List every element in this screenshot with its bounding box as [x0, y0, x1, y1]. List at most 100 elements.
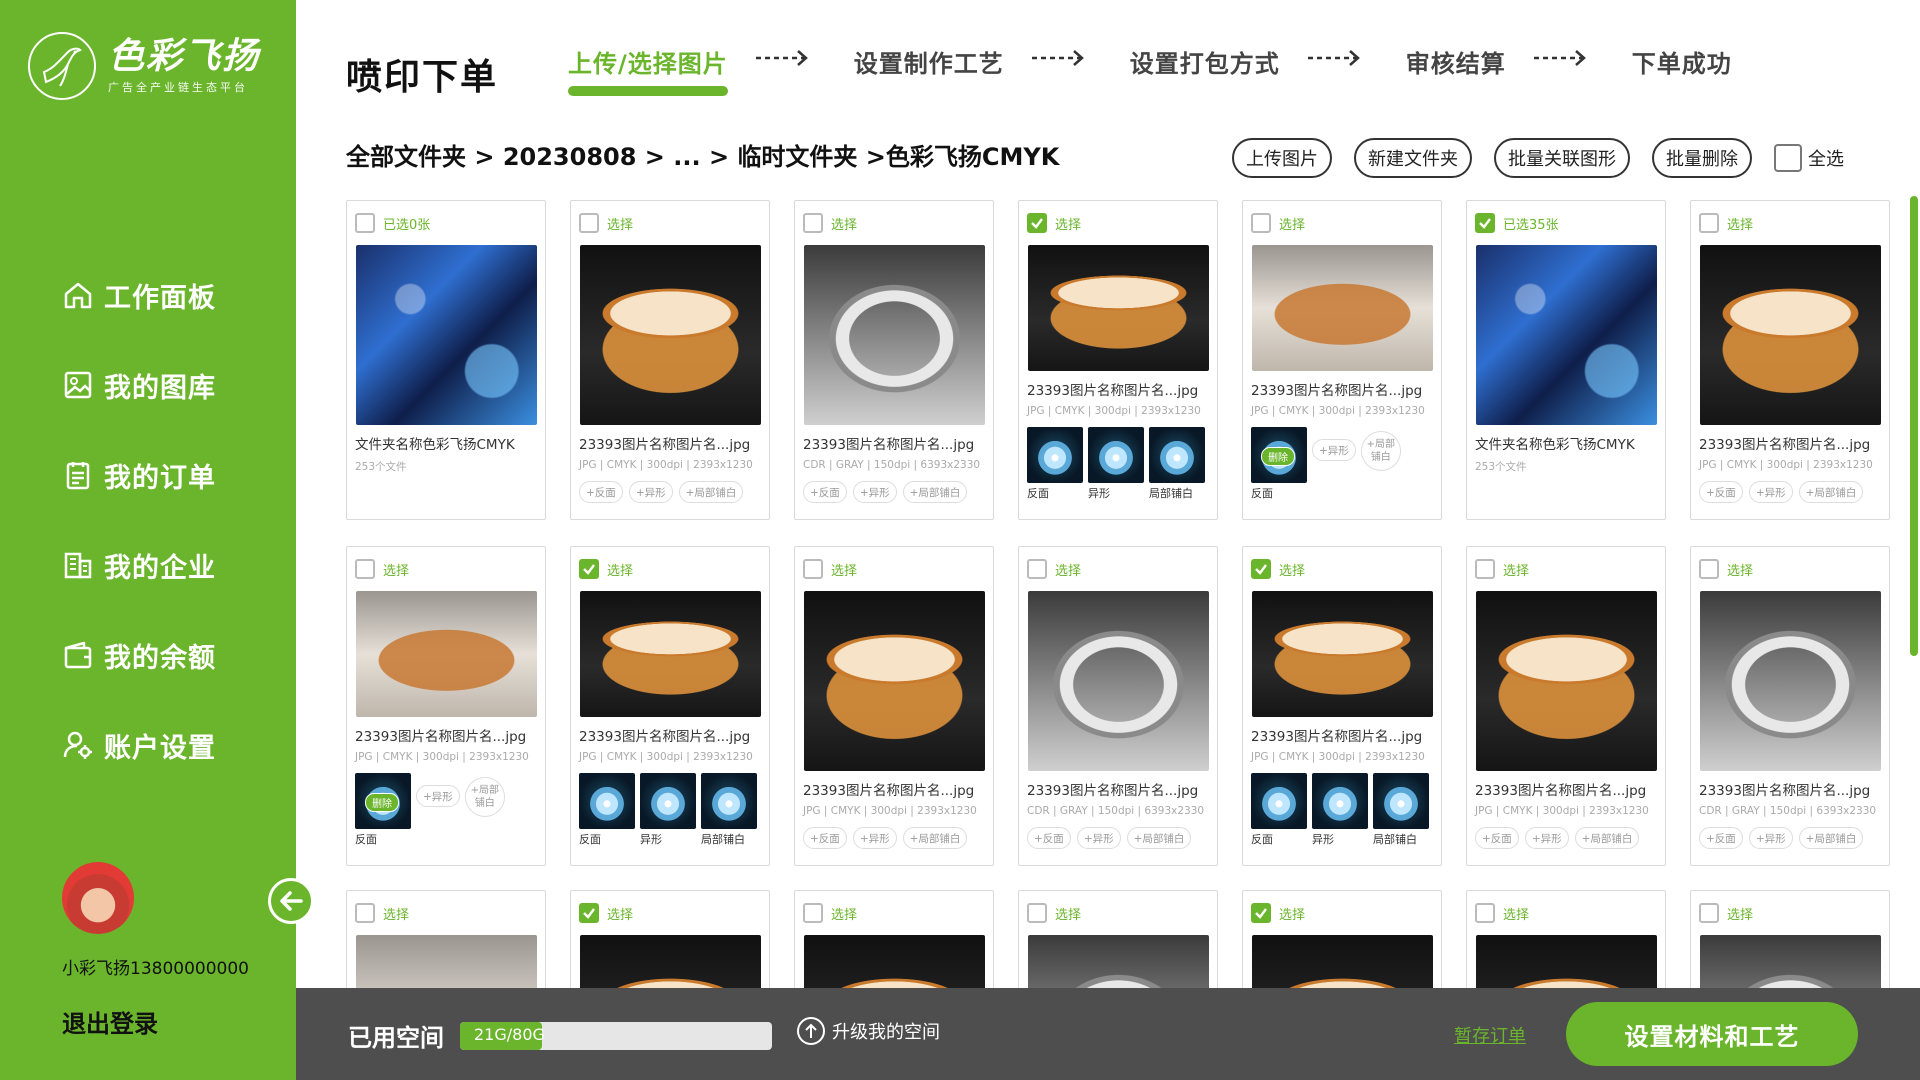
- image-card[interactable]: 选择 23393图片名称图片名...jpg JPG | CMYK | 300dpi …: [1242, 546, 1442, 866]
- step-packaging[interactable]: 设置打包方式: [1130, 44, 1280, 79]
- folder-card[interactable]: 已选35张 文件夹名称色彩飞扬CMYK 253个文件: [1466, 200, 1666, 520]
- thumbnail-image[interactable]: [1476, 591, 1657, 771]
- card-select[interactable]: 选择: [1691, 891, 1889, 935]
- card-select[interactable]: 选择: [571, 891, 769, 935]
- thumbnail-image[interactable]: [580, 245, 761, 425]
- add-white-tag[interactable]: +局部铺白: [1798, 827, 1864, 849]
- card-select[interactable]: 选择: [1243, 891, 1441, 935]
- thumbnail-image[interactable]: [356, 245, 537, 425]
- thumbnail-image[interactable]: [1700, 245, 1881, 425]
- breadcrumb-item[interactable]: 全部文件夹: [346, 143, 466, 171]
- variant-shape[interactable]: 异形: [1088, 427, 1144, 501]
- add-shape-tag[interactable]: +异形: [628, 481, 673, 503]
- thumbnail-image[interactable]: [1700, 935, 1881, 990]
- card-select[interactable]: 选择: [1019, 547, 1217, 591]
- add-reverse-tag[interactable]: +反面: [803, 481, 847, 503]
- image-card[interactable]: 选择: [1018, 890, 1218, 990]
- batch-link-button[interactable]: 批量关联图形: [1494, 138, 1630, 178]
- add-reverse-tag[interactable]: +反面: [1475, 827, 1519, 849]
- add-shape-tag[interactable]: +异形: [1524, 827, 1569, 849]
- new-folder-button[interactable]: 新建文件夹: [1354, 138, 1472, 178]
- card-select[interactable]: 选择: [1019, 201, 1217, 245]
- card-select[interactable]: 选择: [571, 547, 769, 591]
- sidebar-item-orders[interactable]: 我的订单: [62, 430, 216, 520]
- thumbnail-image[interactable]: [804, 935, 985, 990]
- step-craft[interactable]: 设置制作工艺: [854, 44, 1004, 79]
- variant-reverse[interactable]: 删除 反面: [355, 773, 411, 847]
- image-card[interactable]: 选择 23393图片名称图片名...jpg CDR | GRAY | 150dpi …: [1018, 546, 1218, 866]
- card-select[interactable]: 选择: [1691, 547, 1889, 591]
- thumbnail-image[interactable]: [804, 245, 985, 425]
- thumbnail-image[interactable]: [1700, 591, 1881, 771]
- card-select[interactable]: 选择: [795, 201, 993, 245]
- upload-image-button[interactable]: 上传图片: [1232, 138, 1332, 178]
- delete-variant-badge[interactable]: 删除: [365, 793, 399, 812]
- add-reverse-tag[interactable]: +反面: [1027, 827, 1071, 849]
- folder-card[interactable]: 已选0张 文件夹名称色彩飞扬CMYK 253个文件: [346, 200, 546, 520]
- add-shape-tag[interactable]: +异形: [1312, 439, 1356, 461]
- add-white-tag[interactable]: +局部铺白: [464, 777, 505, 817]
- add-reverse-tag[interactable]: +反面: [803, 827, 847, 849]
- image-card[interactable]: 选择 23393图片名称图片名...jpg JPG | CMYK | 300dpi …: [794, 546, 994, 866]
- variant-reverse[interactable]: 反面: [1251, 773, 1307, 847]
- card-select[interactable]: 选择: [571, 201, 769, 245]
- image-card[interactable]: 选择 23393图片名称图片名...jpg JPG | CMYK | 300dpi …: [1242, 200, 1442, 520]
- select-all-checkbox[interactable]: 全选: [1774, 144, 1844, 172]
- card-select[interactable]: 选择: [1691, 201, 1889, 245]
- variant-white[interactable]: 局部铺白: [1149, 427, 1205, 501]
- step-success[interactable]: 下单成功: [1632, 44, 1732, 79]
- logout-button[interactable]: 退出登录: [62, 1004, 158, 1039]
- breadcrumb-item[interactable]: 20230808: [503, 143, 637, 171]
- image-card[interactable]: 选择 23393图片名称图片名...jpg JPG | CMYK | 300dpi …: [570, 200, 770, 520]
- image-card[interactable]: 选择 23393图片名称图片名...jpg CDR | GRAY | 150dpi …: [1690, 546, 1890, 866]
- batch-delete-button[interactable]: 批量删除: [1652, 138, 1752, 178]
- variant-white[interactable]: 局部铺白: [701, 773, 757, 847]
- brand-logo[interactable]: 色彩飞扬 广告全产业链生态平台: [28, 32, 260, 100]
- add-white-tag[interactable]: +局部铺白: [902, 827, 968, 849]
- thumbnail-image[interactable]: [1028, 591, 1209, 771]
- delete-variant-badge[interactable]: 删除: [1261, 447, 1295, 466]
- thumbnail-image[interactable]: [1252, 591, 1433, 717]
- sidebar-item-company[interactable]: 我的企业: [62, 520, 216, 610]
- add-white-tag[interactable]: +局部铺白: [1126, 827, 1192, 849]
- step-review[interactable]: 审核结算: [1406, 44, 1506, 79]
- image-card[interactable]: 选择: [1242, 890, 1442, 990]
- image-card[interactable]: 选择 23393图片名称图片名...jpg JPG | CMYK | 300dpi …: [570, 546, 770, 866]
- thumbnail-image[interactable]: [356, 591, 537, 717]
- card-select[interactable]: 选择: [347, 547, 545, 591]
- thumbnail-image[interactable]: [1252, 935, 1433, 990]
- breadcrumb-item[interactable]: 临时文件夹: [737, 143, 857, 171]
- card-select[interactable]: 已选35张: [1467, 201, 1665, 245]
- thumbnail-image[interactable]: [356, 935, 537, 990]
- sidebar-item-gallery[interactable]: 我的图库: [62, 340, 216, 430]
- add-reverse-tag[interactable]: +反面: [1699, 827, 1743, 849]
- add-white-tag[interactable]: +局部铺白: [1574, 827, 1640, 849]
- image-card[interactable]: 选择 23393图片名称图片名...jpg JPG | CMYK | 300dpi …: [1466, 546, 1666, 866]
- set-material-button[interactable]: 设置材料和工艺: [1566, 1002, 1858, 1066]
- card-select[interactable]: 选择: [1243, 547, 1441, 591]
- image-card[interactable]: 选择 23393图片名称图片名...jpg JPG | CMYK | 300dpi …: [1690, 200, 1890, 520]
- add-shape-tag[interactable]: +异形: [852, 481, 897, 503]
- card-select[interactable]: 已选0张: [347, 201, 545, 245]
- thumbnail-image[interactable]: [580, 591, 761, 717]
- thumbnail-image[interactable]: [1028, 245, 1209, 371]
- variant-reverse[interactable]: 反面: [579, 773, 635, 847]
- card-select[interactable]: 选择: [795, 547, 993, 591]
- add-shape-tag[interactable]: +异形: [852, 827, 897, 849]
- card-select[interactable]: 选择: [1243, 201, 1441, 245]
- collapse-sidebar-button[interactable]: [268, 878, 314, 924]
- image-card[interactable]: 选择: [570, 890, 770, 990]
- card-select[interactable]: 选择: [1467, 891, 1665, 935]
- thumbnail-image[interactable]: [804, 591, 985, 771]
- breadcrumb-item[interactable]: ...: [673, 143, 700, 171]
- add-white-tag[interactable]: +局部铺白: [1798, 481, 1864, 503]
- variant-shape[interactable]: 异形: [640, 773, 696, 847]
- add-reverse-tag[interactable]: +反面: [1699, 481, 1743, 503]
- sidebar-item-balance[interactable]: 我的余额: [62, 610, 216, 700]
- variant-white[interactable]: 局部铺白: [1373, 773, 1429, 847]
- image-card[interactable]: 选择: [1466, 890, 1666, 990]
- add-reverse-tag[interactable]: +反面: [579, 481, 623, 503]
- variant-reverse[interactable]: 删除 反面: [1251, 427, 1307, 501]
- add-shape-tag[interactable]: +异形: [1076, 827, 1121, 849]
- image-card[interactable]: 选择: [1690, 890, 1890, 990]
